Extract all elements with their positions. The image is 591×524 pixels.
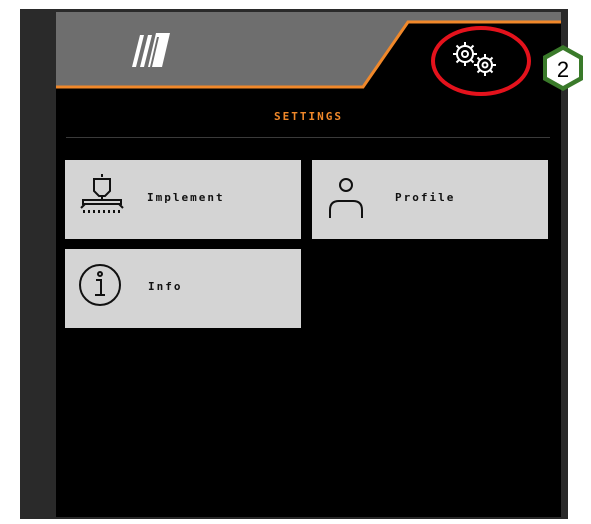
title-divider [66, 137, 550, 138]
implement-logo-icon[interactable] [126, 29, 172, 69]
annotation-ring [431, 26, 531, 96]
tile-info[interactable]: Info [65, 249, 301, 328]
page-title: SETTINGS [274, 110, 343, 123]
tile-profile[interactable]: Profile [312, 160, 548, 239]
tile-profile-label: Profile [395, 191, 456, 204]
tile-implement-label: Implement [147, 191, 225, 204]
annotation-badge: 2 [538, 43, 588, 93]
user-icon [329, 178, 363, 218]
seed-drill-icon [80, 174, 124, 213]
tile-implement[interactable]: Implement [65, 160, 301, 239]
tile-info-label: Info [148, 280, 183, 293]
badge-number: 2 [556, 57, 570, 82]
info-icon [79, 264, 121, 306]
